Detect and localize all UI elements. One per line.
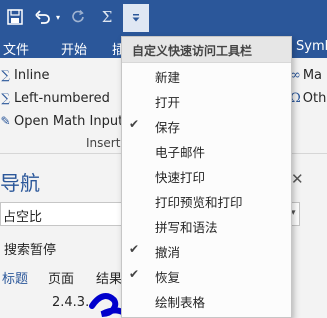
menu-item-label: 快速打印 (155, 170, 206, 185)
inline-equation-icon: ∑ (1, 68, 10, 82)
undo-icon[interactable] (34, 4, 52, 30)
tab-file[interactable]: 文件 (3, 39, 29, 58)
menu-item-label: 拼写和语法 (155, 220, 218, 235)
undo-dropdown-icon[interactable]: ▾ (53, 4, 63, 30)
menu-item-label: 新建 (155, 70, 181, 85)
menu-item[interactable]: 打开 (122, 88, 291, 113)
inline-label: Inline (14, 67, 50, 83)
insert-group-label: Insert (86, 136, 121, 150)
other-symbols-label: Oth (302, 91, 327, 106)
menu-item[interactable]: ✔ 保存 (122, 113, 291, 138)
menu-item-label: 电子邮件 (155, 145, 206, 160)
menu-item[interactable]: ✔ 撤消 (122, 238, 291, 263)
close-icon[interactable]: ✕ (291, 170, 304, 188)
menu-item[interactable]: 绘制表格 (122, 288, 291, 313)
search-status: 搜索暂停 (4, 243, 57, 258)
menu-item-label: 恢复 (155, 270, 181, 285)
menu-item[interactable]: 快速打印 (122, 163, 291, 188)
menu-item-label: 保存 (155, 120, 181, 135)
menu-item[interactable]: 新建 (122, 63, 291, 88)
customize-qat-menu: 自定义快速访问工具栏 新建打开 ✔ 保存电子邮件快速打印打印预览和打印 拼写和语法 ✔ 撤… (121, 36, 292, 318)
math-input-label: Open Math Input P (14, 113, 136, 129)
menu-title: 自定义快速访问工具栏 (122, 37, 291, 63)
menu-item[interactable]: ✔ 恢复 (122, 263, 291, 288)
tab-symbols[interactable]: Symb (296, 39, 327, 54)
check-icon: ✔ (129, 117, 140, 131)
menu-item[interactable]: 打印预览和打印 (122, 188, 291, 213)
menu-item-label: 绘制表格 (155, 295, 206, 310)
menu-item[interactable]: 拼写和语法 (122, 213, 291, 238)
tab-headings[interactable]: 标题 (2, 268, 28, 287)
menu-item-label: 打印预览和打印 (155, 195, 243, 210)
tab-results[interactable]: 结果 (96, 268, 122, 287)
sigma-icon[interactable]: Σ (98, 4, 116, 30)
search-value: 占空比 (3, 210, 43, 225)
menu-item-label: 打开 (155, 95, 181, 110)
menu-item-label: 撤消 (155, 245, 181, 260)
redo-icon[interactable] (70, 4, 88, 30)
math-symbols-item[interactable]: ∞ Ma (290, 68, 322, 83)
other-symbols-item[interactable]: Ω Oth (290, 91, 326, 106)
menu-item[interactable]: 电子邮件 (122, 138, 291, 163)
save-icon[interactable] (2, 4, 28, 30)
left-numbered-button[interactable]: ∑ Left-numbered (0, 87, 110, 109)
tab-pages[interactable]: 页面 (48, 268, 74, 287)
check-icon: ✔ (129, 267, 140, 281)
math-input-icon: ✎ (0, 114, 11, 128)
math-input-button[interactable]: ✎ Open Math Input P (0, 110, 135, 132)
nav-title: 导航 (0, 171, 40, 195)
customize-dropdown-icon[interactable] (123, 4, 149, 32)
left-numbered-label: Left-numbered (14, 90, 110, 106)
quick-access-toolbar: ▾ Σ (0, 0, 327, 36)
tab-home[interactable]: 开始 (61, 39, 87, 58)
check-icon: ✔ (129, 242, 140, 256)
left-numbered-icon: ∑ (1, 91, 10, 105)
inline-equation-button[interactable]: ∑ Inline (0, 64, 50, 86)
math-symbols-label: Ma (302, 68, 323, 83)
